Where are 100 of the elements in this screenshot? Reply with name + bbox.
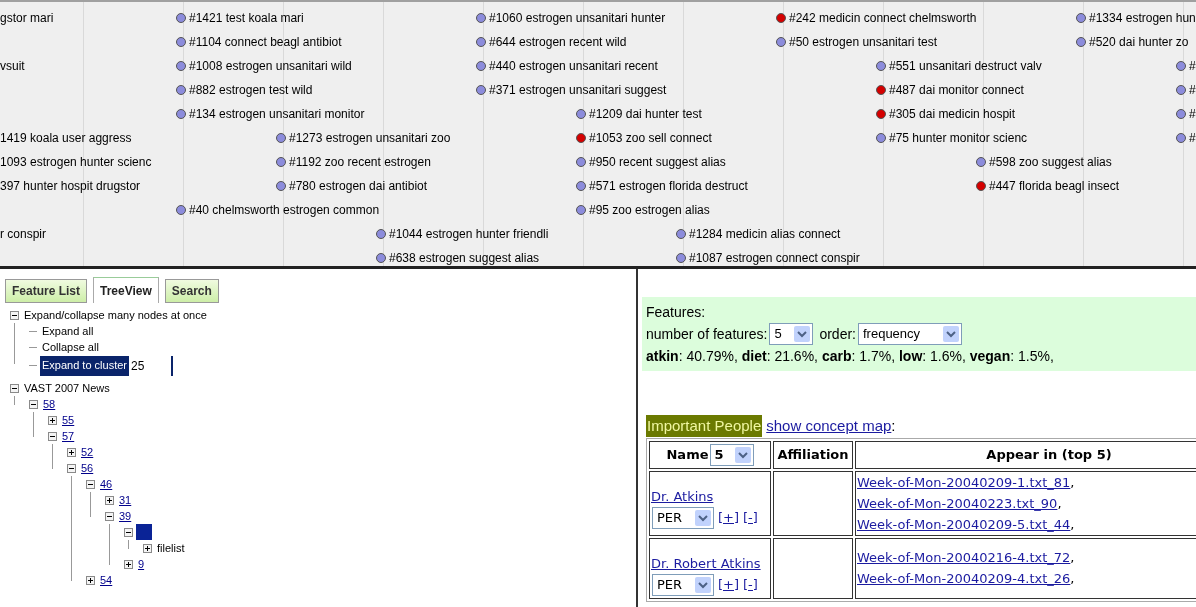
event-label[interactable]: #242 medicin connect chelmsworth [789, 9, 977, 27]
entity-type-select[interactable]: PER [652, 506, 714, 529]
section-heading: Important People [646, 415, 763, 438]
expand-icon[interactable] [143, 543, 152, 553]
adjust-link[interactable]: [-] [743, 507, 758, 528]
tree-label[interactable]: Expand to cluster [40, 357, 129, 374]
tree-node-link[interactable]: 9 [136, 555, 147, 573]
document-link[interactable]: Week-of-Mon-20040209-1.txt_81 [857, 474, 1071, 490]
tree-label[interactable]: filelist [155, 539, 187, 557]
features-title: Features: [646, 303, 707, 322]
event-label[interactable]: #520 dai hunter zo [1089, 33, 1189, 51]
tree-node-link[interactable]: 39 [117, 507, 134, 525]
feature-count-select[interactable]: 5 [769, 323, 814, 345]
order-select[interactable]: frequency [858, 323, 962, 345]
collapse-icon[interactable] [86, 479, 95, 489]
event-label[interactable]: #75 hunter monitor scienc [889, 129, 1028, 147]
separator-text: , [1070, 474, 1075, 490]
adjust-link[interactable]: [+] [718, 507, 740, 528]
tree-node-link[interactable]: 55 [60, 411, 77, 429]
event-label[interactable]: #305 dai medicin hospit [889, 105, 1016, 123]
event-label[interactable]: #1008 estrogen unsanitari wild [189, 57, 352, 75]
event-label[interactable]: #950 recent suggest alias [589, 153, 726, 171]
person-link[interactable]: Dr. Robert Atkins [651, 555, 761, 571]
event-label[interactable]: # [1189, 105, 1196, 123]
event-label[interactable]: #1044 estrogen hunter friendli [389, 225, 549, 243]
event-label[interactable]: vsuit [0, 57, 25, 75]
adjust-link[interactable]: [+] [718, 574, 740, 595]
event-label[interactable]: #40 chelmsworth estrogen common [189, 201, 380, 219]
event-label[interactable]: #1209 dai hunter test [589, 105, 702, 123]
collapse-icon[interactable] [105, 511, 114, 521]
event-label[interactable]: #487 dai monitor connect [889, 81, 1024, 99]
expand-icon[interactable] [67, 447, 76, 457]
event-label[interactable]: #882 estrogen test wild [189, 81, 313, 99]
tree-label[interactable]: Expand/collapse many nodes at once [22, 306, 209, 324]
event-label[interactable]: 1419 koala user aggress [0, 129, 132, 147]
event-label[interactable]: #571 estrogen florida destruct [589, 177, 748, 195]
tree-node-link[interactable]: 31 [117, 491, 134, 509]
separator-text: , [1070, 516, 1075, 532]
name-count-select[interactable]: 5 [709, 443, 754, 466]
tab[interactable]: Feature List [5, 279, 87, 303]
cluster-input[interactable]: 25 [129, 355, 173, 376]
tree-node-link[interactable]: 58 [41, 395, 58, 413]
collapse-icon[interactable] [67, 463, 76, 473]
collapse-icon[interactable] [29, 399, 38, 409]
adjust-link[interactable]: [-] [743, 574, 758, 595]
selected-node-marker[interactable] [136, 524, 152, 540]
document-link[interactable]: Week-of-Mon-20040223.txt_90 [857, 495, 1058, 511]
event-label[interactable]: #134 estrogen unsanitari monitor [189, 105, 365, 123]
event-label[interactable]: #1421 test koala mari [189, 9, 304, 27]
collapse-icon[interactable] [124, 527, 133, 537]
feature-count-label: number of features: [646, 325, 768, 344]
tree-label[interactable]: VAST 2007 News [22, 379, 112, 397]
event-label[interactable]: #598 zoo suggest alias [989, 153, 1112, 171]
document-link[interactable]: Week-of-Mon-20040216-4.txt_72 [857, 550, 1071, 565]
expand-icon[interactable] [86, 575, 95, 585]
tree-node-link[interactable]: 52 [79, 443, 96, 461]
event-label[interactable]: #644 estrogen recent wild [489, 33, 627, 51]
column-header: Appear in (top 5) [855, 440, 1196, 469]
separator-text: , [1070, 550, 1075, 565]
expand-icon[interactable] [124, 559, 133, 569]
collapse-icon[interactable] [10, 310, 19, 320]
collapse-icon[interactable] [48, 431, 57, 441]
tab[interactable]: TreeView [93, 277, 159, 303]
event-label[interactable]: #95 zoo estrogen alias [589, 201, 710, 219]
entity-type-select[interactable]: PER [652, 573, 714, 596]
tree-node-link[interactable]: 56 [79, 459, 96, 477]
expand-icon[interactable] [105, 495, 114, 505]
event-label[interactable]: 397 hunter hospit drugstor [0, 177, 141, 195]
order-label: order: [819, 325, 856, 344]
event-label[interactable]: r conspir [0, 225, 46, 243]
event-label[interactable]: #440 estrogen unsanitari recent [489, 57, 658, 75]
event-label[interactable]: gstor mari [0, 9, 54, 27]
tab[interactable]: Search [164, 279, 219, 303]
event-label[interactable]: #551 unsanitari destruct valv [889, 57, 1042, 75]
event-label[interactable]: #1334 estrogen hun [1089, 9, 1196, 27]
event-label[interactable]: #1060 estrogen unsanitari hunter [489, 9, 666, 27]
event-label[interactable]: #780 estrogen dai antibiot [289, 177, 428, 195]
person-link[interactable]: Dr. Atkins [651, 488, 714, 504]
event-label[interactable]: # [1189, 129, 1196, 147]
event-label[interactable]: #1192 zoo recent estrogen [289, 153, 431, 171]
event-label[interactable]: #50 estrogen unsanitari test [789, 33, 938, 51]
tree-node-link[interactable]: 54 [98, 571, 115, 589]
event-label[interactable]: #1104 connect beagl antibiot [189, 33, 342, 51]
tree-node-link[interactable]: 57 [60, 427, 77, 445]
event-label[interactable]: # [1189, 57, 1196, 75]
collapse-icon[interactable] [10, 383, 19, 393]
expand-icon[interactable] [48, 415, 57, 425]
event-label[interactable]: # [1189, 81, 1196, 99]
tree-label[interactable]: Expand all [40, 322, 96, 340]
colon-text: : [891, 416, 896, 436]
event-label[interactable]: #1087 estrogen connect conspir [689, 249, 860, 266]
event-label[interactable]: #638 estrogen suggest alias [389, 249, 540, 266]
tree-label[interactable]: Collapse all [40, 338, 101, 356]
event-label[interactable]: 1093 estrogen hunter scienc [0, 153, 152, 171]
tree-node-link[interactable]: 46 [98, 475, 115, 493]
event-label[interactable]: #1284 medicin alias connect [689, 225, 841, 243]
event-label[interactable]: #1053 zoo sell connect [589, 129, 712, 147]
event-label[interactable]: #1273 estrogen unsanitari zoo [289, 129, 451, 147]
event-label[interactable]: #447 florida beagl insect [989, 177, 1120, 195]
event-label[interactable]: #371 estrogen unsanitari suggest [489, 81, 667, 99]
